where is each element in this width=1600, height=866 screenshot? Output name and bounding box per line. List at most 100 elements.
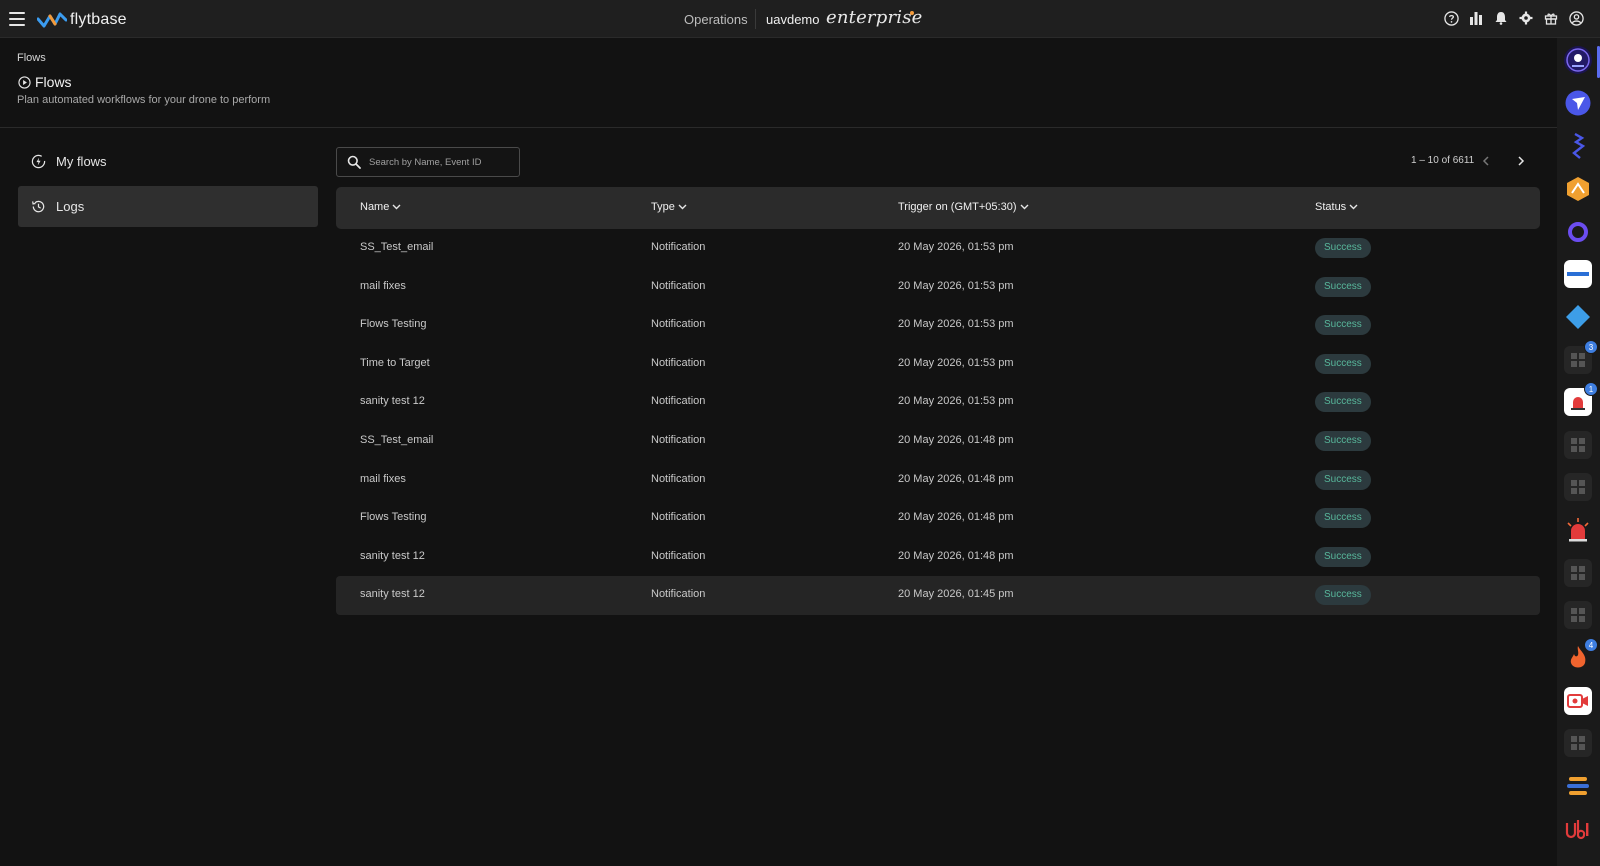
cell-name: sanity test 12 (360, 395, 425, 408)
table-row[interactable]: Time to Target Notification 20 May 2026,… (336, 345, 1540, 384)
page-title: Flows (18, 74, 72, 90)
gift-icon[interactable] (1543, 10, 1559, 26)
cell-trigger: 20 May 2026, 01:45 pm (898, 588, 1014, 601)
notification-count-badge: 1 (1584, 382, 1598, 396)
drone-app-icon[interactable] (1564, 46, 1592, 74)
cell-type: Notification (651, 472, 706, 485)
cell-trigger: 20 May 2026, 01:53 pm (898, 241, 1014, 253)
plan-label: enterprise (826, 7, 923, 28)
table-row[interactable]: SS_Test_email Notification 20 May 2026, … (336, 229, 1540, 268)
analytics-icon[interactable] (1468, 10, 1484, 26)
table-row[interactable]: sanity test 12 Notification 20 May 2026,… (336, 538, 1540, 577)
cell-type: Notification (651, 395, 706, 408)
cell-trigger: 20 May 2026, 01:53 pm (898, 395, 1014, 408)
genetec-app-icon[interactable] (1564, 260, 1592, 288)
status-badge: Success (1315, 508, 1371, 529)
cell-type: Notification (651, 279, 706, 292)
breadcrumb[interactable]: Flows (17, 52, 46, 64)
table-row[interactable]: SS_Test_email Notification 20 May 2026, … (336, 422, 1540, 461)
status-badge: Success (1315, 585, 1371, 606)
orange-hex-app-icon[interactable] (1564, 175, 1592, 203)
chevron-right-icon (1518, 156, 1525, 166)
table-row[interactable]: sanity test 12 Notification 20 May 2026,… (336, 576, 1540, 615)
org-name[interactable]: uavdemo (766, 12, 819, 27)
cell-name: SS_Test_email (360, 241, 434, 253)
notification-count-badge: 3 (1584, 340, 1598, 354)
cell-name: SS_Test_email (360, 433, 434, 446)
stripes-app-icon[interactable] (1564, 772, 1592, 800)
chevron-down-icon (392, 204, 401, 210)
prev-page-button[interactable] (1478, 153, 1494, 169)
cell-trigger: 20 May 2026, 01:48 pm (898, 549, 1014, 562)
brand-name: flytbase (70, 11, 127, 28)
table-row[interactable]: mail fixes Notification 20 May 2026, 01:… (336, 268, 1540, 307)
diamond-app-icon[interactable] (1564, 303, 1592, 331)
table-header: Name Type Trigger on (GMT+05:30) Status (336, 187, 1540, 229)
column-header-name[interactable]: Name (360, 201, 401, 213)
cell-type: Notification (651, 511, 706, 524)
cell-name: sanity test 12 (360, 588, 425, 601)
status-badge: Success (1315, 392, 1371, 413)
grid-app-icon[interactable] (1564, 431, 1592, 459)
header-divider (0, 127, 1557, 128)
alarm-app-icon[interactable]: 1 (1564, 382, 1598, 416)
chevron-left-icon (1482, 156, 1489, 166)
divider (755, 9, 756, 29)
column-header-trigger[interactable]: Trigger on (GMT+05:30) (898, 201, 1029, 213)
top-actions (1443, 10, 1584, 26)
page-subtitle: Plan automated workflows for your drone … (17, 94, 271, 106)
cell-name: Flows Testing (360, 318, 427, 331)
cell-type: Notification (651, 433, 706, 446)
fire-app-icon[interactable]: 4 (1564, 638, 1598, 672)
table-row[interactable]: Flows Testing Notification 20 May 2026, … (336, 499, 1540, 538)
video-app-icon[interactable] (1564, 687, 1592, 715)
help-icon[interactable] (1443, 10, 1459, 26)
cell-name: Time to Target (360, 356, 430, 369)
lightning-app-icon[interactable] (1564, 132, 1592, 160)
cell-trigger: 20 May 2026, 01:53 pm (898, 356, 1014, 369)
status-badge: Success (1315, 276, 1371, 297)
nav-item-logs[interactable]: Logs (18, 186, 318, 227)
search-icon (347, 155, 361, 169)
siren-app-icon[interactable] (1564, 516, 1592, 544)
cell-type: Notification (651, 241, 706, 253)
next-page-button[interactable] (1513, 153, 1529, 169)
grid-app-icon[interactable] (1564, 473, 1592, 501)
nav-item-label: Logs (56, 199, 85, 214)
notification-count-badge: 4 (1584, 638, 1598, 652)
cell-trigger: 20 May 2026, 01:53 pm (898, 318, 1014, 331)
table-row[interactable]: mail fixes Notification 20 May 2026, 01:… (336, 461, 1540, 500)
cell-trigger: 20 May 2026, 01:48 pm (898, 511, 1014, 524)
table-row[interactable]: sanity test 12 Notification 20 May 2026,… (336, 383, 1540, 422)
column-header-label: Status (1315, 201, 1347, 213)
account-icon[interactable] (1568, 10, 1584, 26)
menu-icon[interactable] (9, 12, 25, 26)
grid-app-icon[interactable] (1564, 729, 1592, 757)
table-row[interactable]: Flows Testing Notification 20 May 2026, … (336, 306, 1540, 345)
column-header-type[interactable]: Type (651, 201, 687, 213)
status-badge: Success (1315, 353, 1371, 374)
cell-name: mail fixes (360, 472, 406, 485)
nav-item-label: My flows (56, 154, 107, 169)
column-header-status[interactable]: Status (1315, 201, 1358, 213)
table-body: SS_Test_email Notification 20 May 2026, … (336, 229, 1540, 615)
grid-app-icon[interactable] (1564, 601, 1592, 629)
section-label[interactable]: Operations (684, 12, 748, 27)
column-header-label: Trigger on (GMT+05:30) (898, 201, 1017, 213)
ubi-app-icon[interactable] (1564, 815, 1592, 843)
ring-app-icon[interactable] (1564, 218, 1592, 246)
gear-icon[interactable] (1518, 10, 1534, 26)
cell-type: Notification (651, 549, 706, 562)
cell-trigger: 20 May 2026, 01:48 pm (898, 472, 1014, 485)
search-box[interactable] (336, 147, 520, 177)
send-app-icon[interactable] (1564, 89, 1592, 117)
brand-logo[interactable]: flytbase (37, 9, 127, 31)
grid-app-icon[interactable]: 3 (1564, 340, 1598, 374)
top-bar: flytbase Operations uavdemo enterprise (0, 0, 1600, 38)
grid-app-icon[interactable] (1564, 559, 1592, 587)
search-input[interactable] (369, 156, 509, 168)
nav-item-my-flows[interactable]: My flows (18, 141, 318, 182)
bell-icon[interactable] (1493, 10, 1509, 26)
cell-trigger: 20 May 2026, 01:53 pm (898, 279, 1014, 292)
status-badge: Success (1315, 238, 1371, 258)
